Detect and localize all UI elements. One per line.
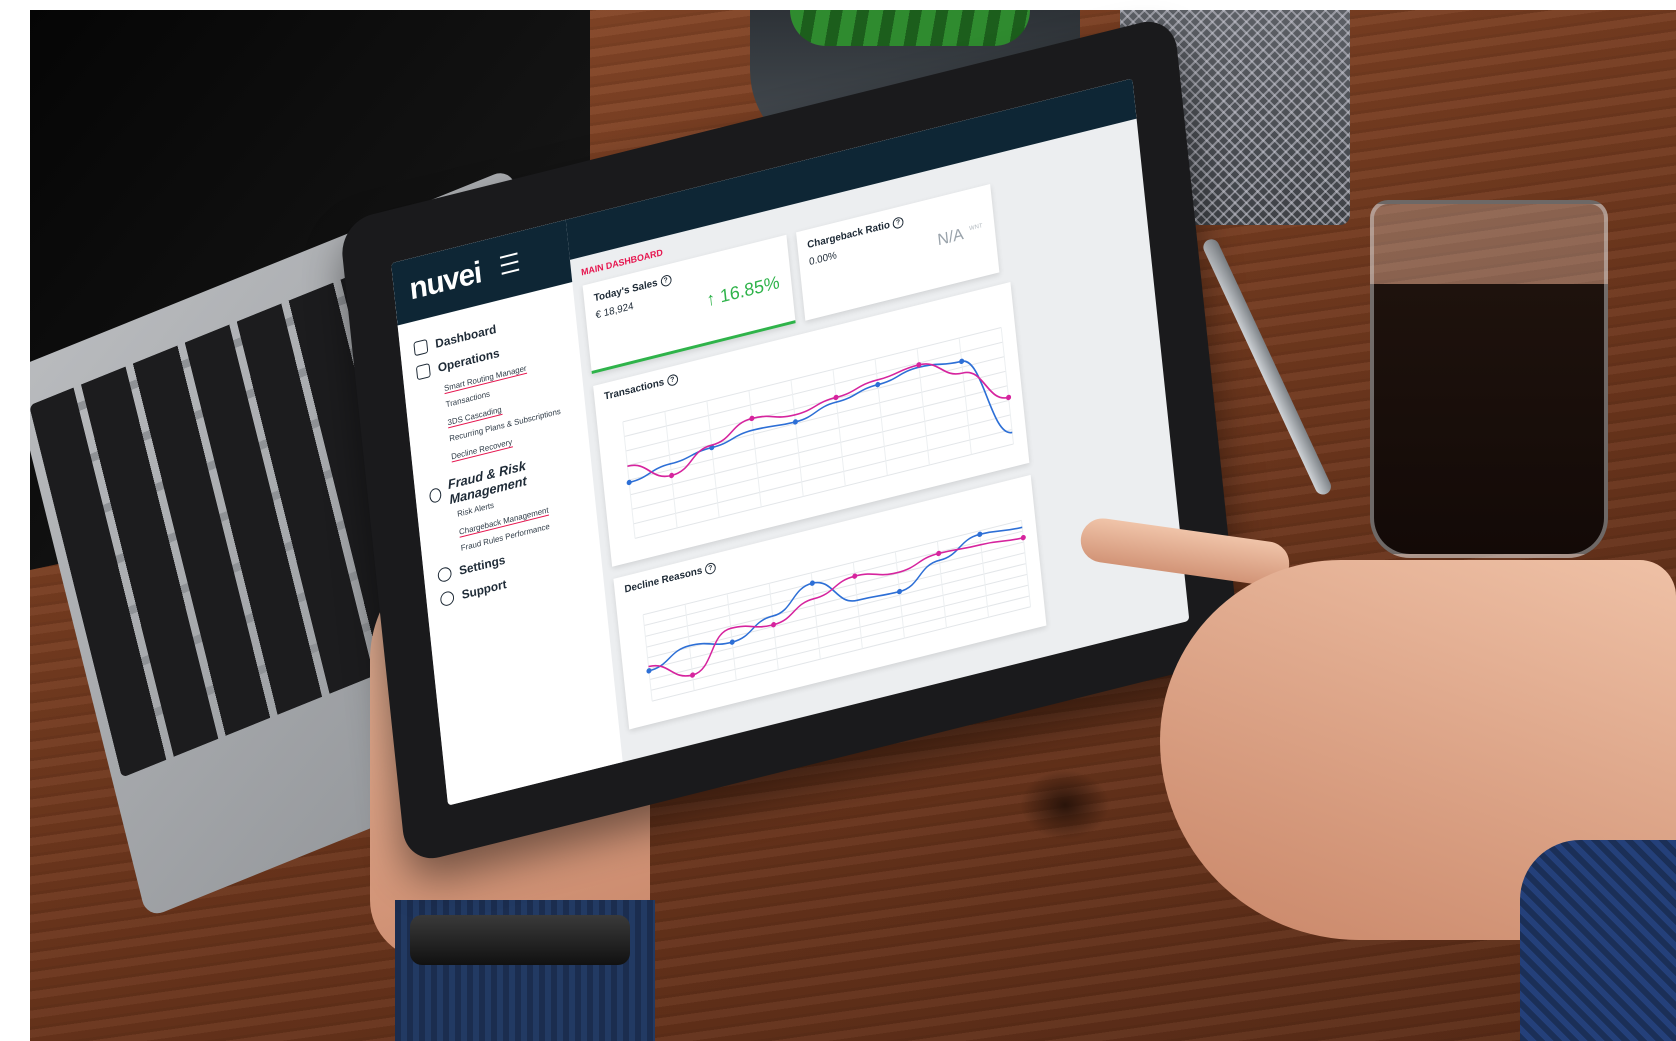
sidebar-item-label: Settings — [458, 552, 506, 578]
sidebar-item-label: Support — [461, 576, 508, 603]
help-icon[interactable]: ? — [659, 273, 672, 288]
data-point[interactable] — [669, 472, 675, 479]
grid-line — [790, 379, 804, 497]
grid-line — [832, 369, 846, 487]
data-point[interactable] — [833, 394, 839, 401]
grid-line — [628, 385, 1008, 481]
grid-line — [1021, 520, 1032, 607]
grid-line — [627, 370, 1006, 467]
grid-line — [706, 400, 720, 518]
data-point[interactable] — [749, 415, 755, 422]
grid-line — [726, 593, 737, 681]
layers-icon — [415, 362, 431, 381]
grid-line — [624, 341, 1003, 437]
data-point[interactable] — [959, 358, 965, 365]
sidebar-subitem-decline-recovery[interactable]: Decline Recovery — [450, 437, 513, 463]
data-point[interactable] — [896, 588, 903, 595]
help-icon[interactable]: ? — [892, 216, 905, 230]
grid-line — [874, 358, 888, 476]
wood-knot — [1020, 770, 1110, 840]
grid-line — [642, 614, 653, 702]
hamburger-menu-icon[interactable] — [499, 252, 520, 275]
grid-line — [1000, 327, 1014, 445]
grid-line — [958, 337, 972, 455]
grid-line — [664, 411, 678, 529]
fingerprint-icon — [428, 487, 442, 504]
pen — [1200, 236, 1334, 498]
plant-leaves — [790, 10, 1030, 46]
gear-icon — [437, 565, 453, 584]
grid-line — [748, 390, 762, 508]
coffee-glass — [1370, 200, 1608, 558]
home-icon — [413, 338, 429, 357]
data-point[interactable] — [809, 580, 816, 586]
series-line-1 — [627, 363, 1009, 478]
sidebar-nav: Dashboard Operations Smart Routing Manag… — [398, 282, 604, 625]
series-line-0 — [648, 526, 1023, 672]
data-point[interactable] — [1020, 534, 1027, 541]
lifebuoy-icon — [439, 589, 455, 608]
grid-line — [894, 551, 905, 639]
grid-line — [630, 399, 1009, 496]
data-point[interactable] — [626, 479, 632, 486]
data-point[interactable] — [1006, 394, 1012, 401]
nuvei-logo[interactable]: nuvei — [408, 256, 483, 308]
wrist-watch — [410, 915, 630, 965]
data-point[interactable] — [690, 672, 696, 678]
help-icon[interactable]: ? — [704, 561, 717, 576]
right-sleeve — [1520, 840, 1676, 1041]
help-icon[interactable]: ? — [666, 373, 679, 388]
data-point[interactable] — [729, 639, 735, 645]
data-point[interactable] — [875, 381, 881, 388]
sidebar-item-label: Dashboard — [434, 321, 497, 351]
data-point[interactable] — [977, 531, 983, 538]
